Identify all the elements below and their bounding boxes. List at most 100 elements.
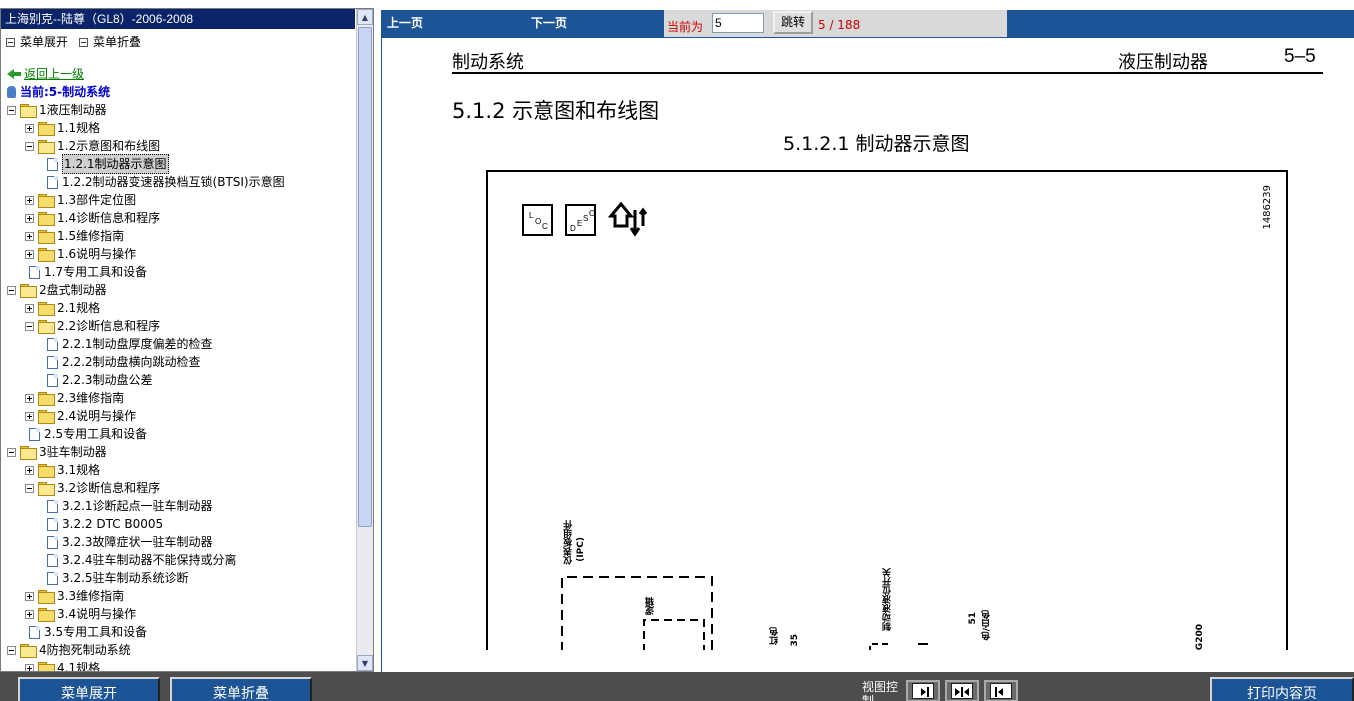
- tree-item[interactable]: 2.2.3制动盘公差: [43, 371, 153, 389]
- collapse-minus-icon[interactable]: [7, 105, 16, 115]
- tree-item-label[interactable]: 3.1规格: [57, 461, 100, 479]
- tree-item[interactable]: 1.7专用工具和设备: [25, 263, 147, 281]
- tree-item[interactable]: 2.3维修指南: [25, 389, 124, 407]
- tree-item-label[interactable]: 2.5专用工具和设备: [44, 425, 147, 443]
- expand-menu-button[interactable]: 菜单展开: [18, 677, 160, 701]
- tree-item-label[interactable]: 1.2示意图和布线图: [57, 137, 160, 155]
- tree-item[interactable]: 3.5专用工具和设备: [25, 623, 147, 641]
- expand-plus-icon[interactable]: [25, 393, 34, 403]
- tree-item[interactable]: 1.4诊断信息和程序: [25, 209, 160, 227]
- tree-item[interactable]: 1.6说明与操作: [25, 245, 136, 263]
- tree-item[interactable]: 3.2.5驻车制动系统诊断: [43, 569, 189, 587]
- tree-item[interactable]: 1.3部件定位图: [25, 191, 136, 209]
- tree-item[interactable]: 1.5维修指南: [25, 227, 124, 245]
- tree-item-label[interactable]: 1.3部件定位图: [57, 191, 136, 209]
- expand-plus-icon[interactable]: [25, 231, 34, 241]
- collapse-minus-icon[interactable]: [25, 321, 34, 331]
- back-link[interactable]: 返回上一级: [24, 65, 84, 83]
- collapse-minus-icon[interactable]: [7, 285, 16, 295]
- next-page-link[interactable]: 下一页: [531, 14, 567, 31]
- scroll-down-button[interactable]: ▼: [357, 655, 373, 671]
- tree-item-label[interactable]: 3.2.2 DTC B0005: [62, 515, 163, 533]
- tree-item-label[interactable]: 3.2.5驻车制动系统诊断: [62, 569, 189, 587]
- expand-plus-icon[interactable]: [25, 663, 34, 671]
- tree-item-label[interactable]: 1.7专用工具和设备: [44, 263, 147, 281]
- tree-item-label[interactable]: 4防抱死制动系统: [39, 641, 131, 659]
- expand-plus-icon[interactable]: [25, 195, 34, 205]
- expand-plus-icon[interactable]: [25, 213, 34, 223]
- collapse-minus-icon[interactable]: [7, 447, 16, 457]
- collapse-minus-icon[interactable]: [7, 645, 16, 655]
- tree-item[interactable]: 3.4说明与操作: [25, 605, 136, 623]
- tree-item-label[interactable]: 2.2诊断信息和程序: [57, 317, 160, 335]
- expand-plus-icon[interactable]: [25, 303, 34, 313]
- tree-item[interactable]: 2盘式制动器: [7, 281, 107, 299]
- expand-plus-icon[interactable]: [25, 465, 34, 475]
- prev-page-link[interactable]: 上一页: [387, 14, 423, 31]
- tree-item[interactable]: 3.1规格: [25, 461, 100, 479]
- tree-item-label[interactable]: 3.2.4驻车制动器不能保持或分离: [62, 551, 237, 569]
- tree-item[interactable]: 2.2.1制动盘厚度偏差的检查: [43, 335, 213, 353]
- expand-plus-icon[interactable]: [25, 609, 34, 619]
- tree-item[interactable]: 4防抱死制动系统: [7, 641, 131, 659]
- scroll-up-button[interactable]: ▲: [357, 9, 373, 25]
- collapse-menu-button[interactable]: 菜单折叠: [170, 677, 312, 701]
- tree-item[interactable]: 1.2.2制动器变速器换档互锁(BTSI)示意图: [43, 173, 285, 191]
- tree-item-label[interactable]: 3.2诊断信息和程序: [57, 479, 160, 497]
- expand-all-link[interactable]: 菜单展开: [6, 33, 68, 50]
- tree-item-label[interactable]: 2.2.1制动盘厚度偏差的检查: [62, 335, 213, 353]
- tree-item-label[interactable]: 1液压制动器: [39, 101, 107, 119]
- tree-item[interactable]: 3.2.3故障症状一驻车制动器: [43, 533, 213, 551]
- tree-item-label[interactable]: 2.4说明与操作: [57, 407, 136, 425]
- view-expand-right-button[interactable]: [906, 680, 940, 701]
- expand-plus-icon[interactable]: [25, 123, 34, 133]
- tree-item-label[interactable]: 1.5维修指南: [57, 227, 124, 245]
- print-content-button[interactable]: 打印内容页: [1210, 677, 1354, 701]
- tree-item-label[interactable]: 1.2.1制动器示意图: [62, 154, 169, 174]
- scroll-thumb[interactable]: [358, 27, 372, 527]
- tree-item-label[interactable]: 2.2.2制动盘横向跳动检查: [62, 353, 201, 371]
- expand-plus-icon[interactable]: [25, 591, 34, 601]
- tree-item[interactable]: 3.3维修指南: [25, 587, 124, 605]
- tree-item[interactable]: 1.2示意图和布线图: [25, 137, 160, 155]
- view-expand-left-button[interactable]: [984, 680, 1018, 701]
- tree-item[interactable]: 3.2.4驻车制动器不能保持或分离: [43, 551, 237, 569]
- collapse-minus-icon[interactable]: [25, 141, 34, 151]
- expand-plus-icon[interactable]: [25, 411, 34, 421]
- tree-item[interactable]: 1液压制动器: [7, 101, 107, 119]
- tree-item-label[interactable]: 2.1规格: [57, 299, 100, 317]
- tree-item-label[interactable]: 3.5专用工具和设备: [44, 623, 147, 641]
- tree-item[interactable]: 4.1规格: [25, 659, 100, 671]
- tree-item-label[interactable]: 4.1规格: [57, 659, 100, 671]
- collapse-all-link[interactable]: 菜单折叠: [79, 33, 141, 50]
- tree-item[interactable]: 3.2.1诊断起点一驻车制动器: [43, 497, 213, 515]
- tree-item-label[interactable]: 3.2.3故障症状一驻车制动器: [62, 533, 213, 551]
- tree-item[interactable]: 3.2.2 DTC B0005: [43, 515, 163, 533]
- back-link-row[interactable]: 返回上一级: [7, 65, 84, 83]
- tree-item[interactable]: 1.2.1制动器示意图: [43, 154, 169, 174]
- view-split-button[interactable]: [945, 680, 979, 701]
- tree-item-label[interactable]: 2盘式制动器: [39, 281, 107, 299]
- tree-item-label[interactable]: 1.4诊断信息和程序: [57, 209, 160, 227]
- tree-item[interactable]: 2.4说明与操作: [25, 407, 136, 425]
- goto-button[interactable]: 跳转: [773, 11, 813, 34]
- tree-item[interactable]: 2.2诊断信息和程序: [25, 317, 160, 335]
- tree-item-label[interactable]: 3.4说明与操作: [57, 605, 136, 623]
- tree-item-label[interactable]: 1.2.2制动器变速器换档互锁(BTSI)示意图: [62, 173, 285, 191]
- tree-item-label[interactable]: 3驻车制动器: [39, 443, 107, 461]
- tree-item[interactable]: 1.1规格: [25, 119, 100, 137]
- tree-item-label[interactable]: 3.3维修指南: [57, 587, 124, 605]
- tree-item-label[interactable]: 3.2.1诊断起点一驻车制动器: [62, 497, 213, 515]
- tree-item[interactable]: 3.2诊断信息和程序: [25, 479, 160, 497]
- tree-item[interactable]: 2.1规格: [25, 299, 100, 317]
- page-number-input[interactable]: [712, 13, 764, 33]
- expand-plus-icon[interactable]: [25, 249, 34, 259]
- tree-item-label[interactable]: 2.2.3制动盘公差: [62, 371, 153, 389]
- collapse-minus-icon[interactable]: [25, 483, 34, 493]
- tree-item-label[interactable]: 1.6说明与操作: [57, 245, 136, 263]
- sidebar-scrollbar[interactable]: ▲ ▼: [356, 9, 373, 671]
- tree-item[interactable]: 3驻车制动器: [7, 443, 107, 461]
- tree-item-label[interactable]: 2.3维修指南: [57, 389, 124, 407]
- tree-item-label[interactable]: 1.1规格: [57, 119, 100, 137]
- tree-item[interactable]: 2.2.2制动盘横向跳动检查: [43, 353, 201, 371]
